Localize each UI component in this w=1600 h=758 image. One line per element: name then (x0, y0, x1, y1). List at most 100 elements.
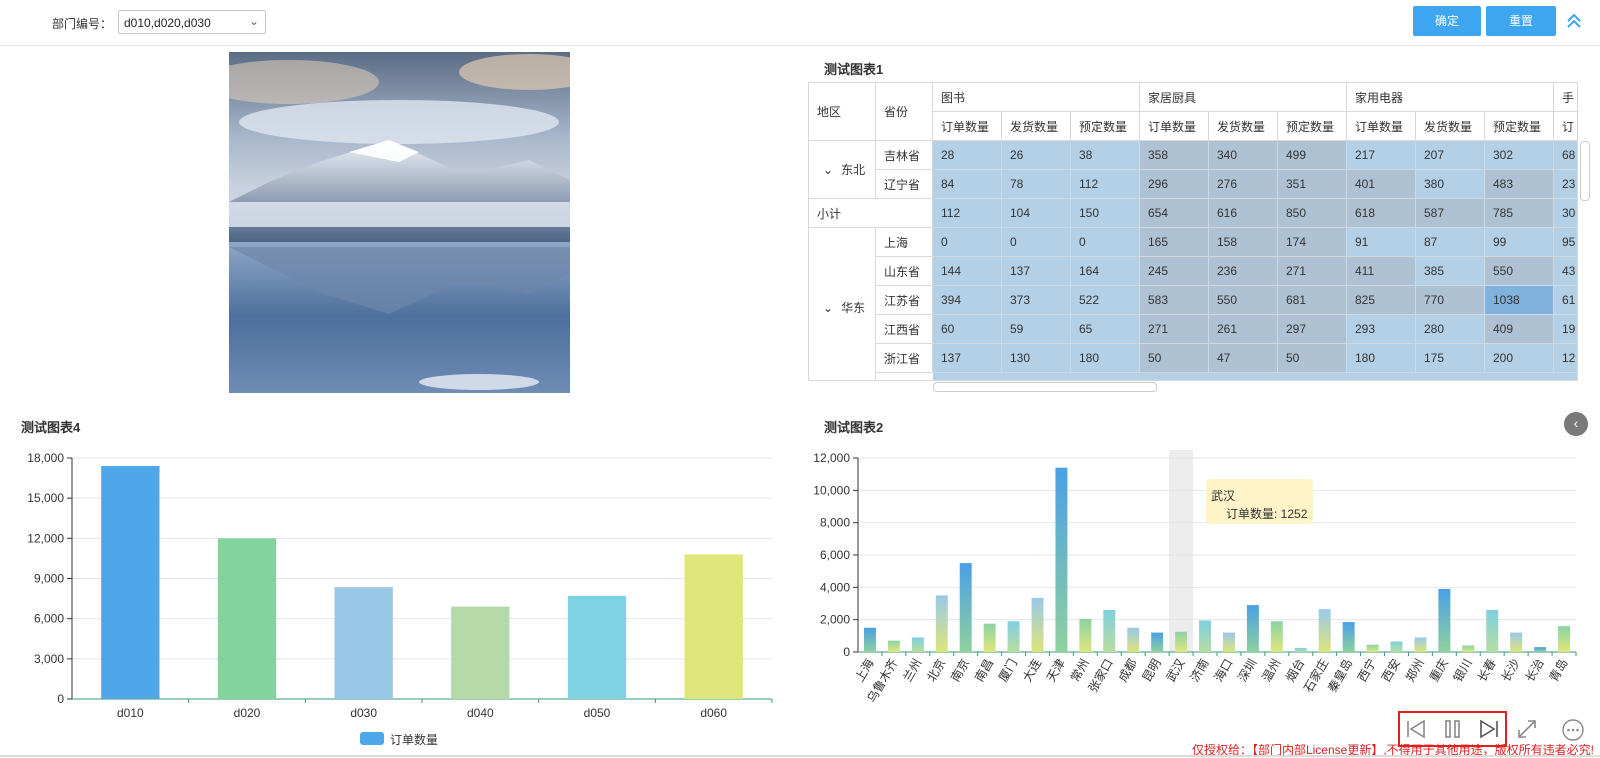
table-cell[interactable]: 23 (1554, 170, 1577, 199)
table-cell[interactable]: 770 (1416, 286, 1485, 315)
bar-南京[interactable] (959, 563, 972, 652)
table-cell[interactable]: 47 (1209, 344, 1278, 373)
table-cell[interactable]: 236 (1209, 257, 1278, 286)
table-cell[interactable]: 0 (1002, 228, 1071, 257)
table-cell[interactable]: 95 (1554, 228, 1577, 257)
bar-兰州[interactable] (911, 637, 924, 652)
table-cell[interactable]: 207 (1416, 141, 1485, 170)
table-cell[interactable]: 499 (1278, 141, 1347, 170)
bar-北京[interactable] (935, 595, 948, 652)
skip-back-icon[interactable] (1405, 718, 1427, 740)
table-cell[interactable]: 30 (1554, 199, 1577, 228)
bar-长沙[interactable] (1510, 632, 1523, 652)
table-cell[interactable]: 261 (1209, 315, 1278, 344)
table-cell[interactable]: 78 (1002, 170, 1071, 199)
table-cell[interactable]: 1038 (1485, 286, 1554, 315)
bar-常州[interactable] (1079, 618, 1092, 652)
table-horizontal-scrollbar[interactable] (933, 382, 1157, 392)
confirm-button[interactable]: 确定 (1413, 6, 1481, 36)
table-cell[interactable]: 681 (1278, 286, 1347, 315)
table-cell[interactable]: 550 (1209, 286, 1278, 315)
table-cell[interactable]: 340 (1209, 141, 1278, 170)
table-cell[interactable]: 200 (1485, 344, 1554, 373)
bar-秦皇岛[interactable] (1342, 622, 1355, 652)
table-cell[interactable]: 271 (1140, 315, 1209, 344)
more-icon[interactable] (1561, 718, 1585, 742)
bar-西宁[interactable] (1366, 644, 1379, 652)
table-cell[interactable]: 91 (1347, 228, 1416, 257)
table-cell[interactable]: 280 (1416, 315, 1485, 344)
chevron-up-icon[interactable] (1563, 10, 1585, 32)
table-cell[interactable]: 0 (933, 228, 1002, 257)
bar-d020[interactable] (217, 538, 277, 699)
table-cell[interactable]: 112 (1071, 170, 1140, 199)
table-cell[interactable]: 61 (1554, 286, 1577, 315)
table-cell[interactable]: 373 (1002, 286, 1071, 315)
bar-郑州[interactable] (1414, 637, 1427, 652)
table-cell[interactable]: 385 (1416, 257, 1485, 286)
bar-青岛[interactable] (1558, 626, 1571, 652)
bar-乌鲁木齐[interactable] (887, 640, 900, 652)
bar-d060[interactable] (684, 554, 743, 699)
bar-长治[interactable] (1534, 647, 1547, 652)
table-cell[interactable]: 550 (1485, 257, 1554, 286)
table-cell[interactable]: 401 (1347, 170, 1416, 199)
table-cell[interactable]: 276 (1209, 170, 1278, 199)
bar-南昌[interactable] (983, 623, 996, 652)
table-cell[interactable]: 296 (1140, 170, 1209, 199)
table-cell[interactable]: 87 (1416, 228, 1485, 257)
table-cell[interactable]: 19 (1554, 315, 1577, 344)
table-cell[interactable]: 245 (1140, 257, 1209, 286)
table-cell[interactable]: 137 (933, 344, 1002, 373)
bar-d030[interactable] (334, 587, 393, 699)
table-cell[interactable]: 174 (1278, 228, 1347, 257)
table-cell[interactable]: 522 (1071, 286, 1140, 315)
table-cell[interactable]: 38 (1071, 141, 1140, 170)
bar-d010[interactable] (101, 466, 160, 699)
bar-海口[interactable] (1222, 632, 1235, 652)
table-vertical-scrollbar[interactable] (1580, 141, 1590, 201)
table-cell[interactable]: 175 (1416, 344, 1485, 373)
table-cell[interactable]: 28 (933, 141, 1002, 170)
bar-石家庄[interactable] (1318, 609, 1331, 652)
left-arrow-icon[interactable]: ‹ (1564, 412, 1588, 436)
bar-上海[interactable] (863, 627, 876, 652)
bar-d040[interactable] (451, 606, 510, 699)
table-cell[interactable]: 380 (1416, 170, 1485, 199)
reset-button[interactable]: 重置 (1486, 6, 1556, 36)
table-cell[interactable]: 104 (1002, 199, 1071, 228)
table-cell[interactable]: 50 (1140, 344, 1209, 373)
pause-icon[interactable] (1442, 718, 1464, 740)
table-cell[interactable]: 165 (1140, 228, 1209, 257)
bar-温州[interactable] (1270, 621, 1283, 652)
skip-forward-icon[interactable] (1478, 718, 1500, 740)
table-cell[interactable]: 616 (1209, 199, 1278, 228)
bar-大连[interactable] (1031, 597, 1044, 652)
table-cell[interactable]: 137 (1002, 257, 1071, 286)
bar-银川[interactable] (1462, 645, 1475, 652)
table-cell[interactable]: 654 (1140, 199, 1209, 228)
table-cell[interactable]: 12 (1554, 344, 1577, 373)
table-cell[interactable]: 180 (1347, 344, 1416, 373)
bar-烟台[interactable] (1294, 647, 1307, 652)
table-cell[interactable]: 302 (1485, 141, 1554, 170)
table-cell[interactable]: 0 (1071, 228, 1140, 257)
table-cell[interactable]: 411 (1347, 257, 1416, 286)
table-cell[interactable]: 158 (1209, 228, 1278, 257)
table-cell[interactable]: 409 (1485, 315, 1554, 344)
table-cell[interactable]: 825 (1347, 286, 1416, 315)
table-cell[interactable]: 60 (933, 315, 1002, 344)
bar-西安[interactable] (1390, 641, 1403, 652)
table-cell[interactable]: 483 (1485, 170, 1554, 199)
table-cell[interactable]: 59 (1002, 315, 1071, 344)
table-cell[interactable]: 618 (1347, 199, 1416, 228)
table-cell[interactable]: 351 (1278, 170, 1347, 199)
bar-昆明[interactable] (1151, 632, 1164, 652)
region-cell-huadong[interactable]: ⌄ 华东 (809, 228, 876, 380)
table-cell[interactable]: 26 (1002, 141, 1071, 170)
bar-深圳[interactable] (1246, 605, 1259, 652)
table-cell[interactable]: 271 (1278, 257, 1347, 286)
table-cell[interactable]: 99 (1485, 228, 1554, 257)
table-cell[interactable]: 583 (1140, 286, 1209, 315)
table-cell[interactable]: 112 (933, 199, 1002, 228)
